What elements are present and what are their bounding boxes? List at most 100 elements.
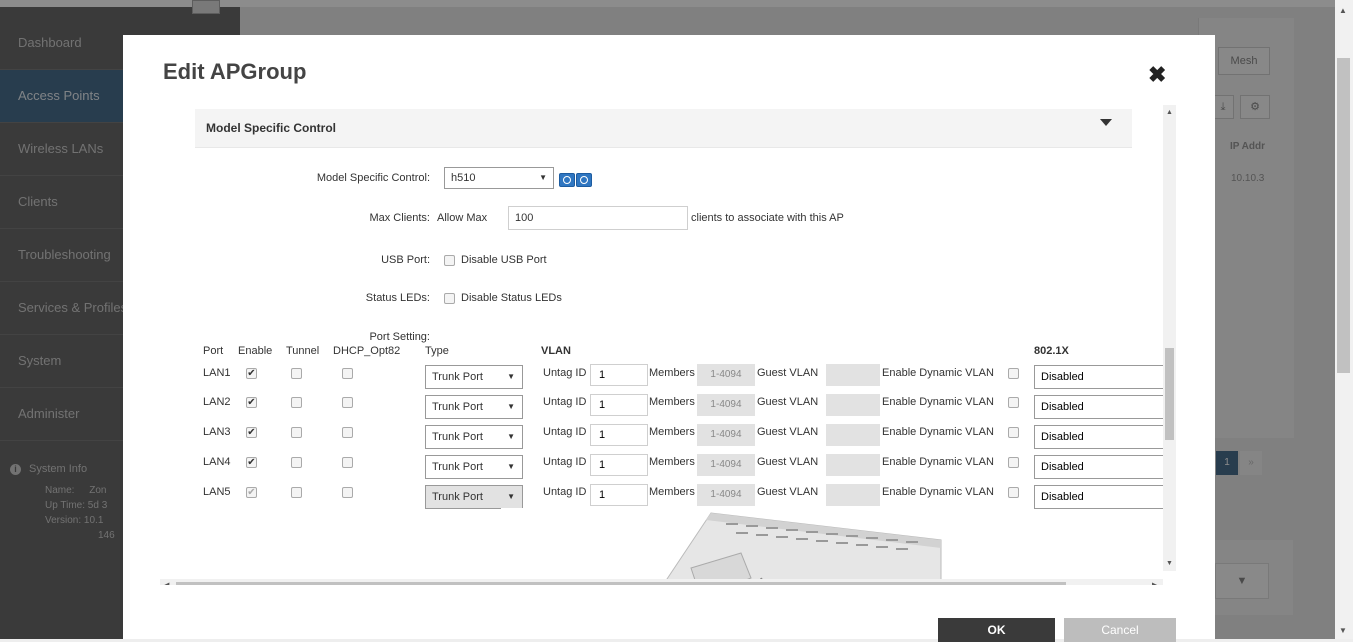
untag-input[interactable]: 1 (590, 394, 648, 416)
enable-checkbox[interactable]: ✔ (246, 427, 257, 438)
allow-max-text: Allow Max (437, 212, 488, 224)
dot1x-column-header: 802.1X (1034, 345, 1069, 357)
disable-leds-label: Disable Status LEDs (461, 292, 562, 304)
model-info-button-1[interactable] (559, 173, 575, 187)
dhcp-column-header: DHCP_Opt82 (333, 345, 401, 357)
enable-checkbox[interactable]: ✔ (246, 368, 257, 379)
vertical-scrollbar-thumb[interactable] (1165, 348, 1174, 440)
vlan-column-header: VLAN (541, 345, 571, 357)
guest-vlan-input[interactable] (826, 364, 880, 386)
max-clients-input[interactable]: 100 (508, 206, 688, 230)
port-name: LAN5 (203, 486, 231, 498)
chevron-down-icon: ▼ (507, 402, 515, 411)
model-select[interactable]: h510 ▼ (444, 167, 554, 189)
type-select[interactable]: Trunk Port ▼ (425, 455, 523, 479)
guest-vlan-label: Guest VLAN (757, 367, 819, 379)
edit-apgroup-dialog: Edit APGroup ✖ Model Specific Control Mo… (123, 35, 1215, 642)
close-icon[interactable]: ✖ (1148, 64, 1166, 86)
tunnel-checkbox[interactable] (291, 368, 302, 379)
dynamic-vlan-checkbox[interactable] (1008, 487, 1019, 498)
members-input[interactable]: 1-4094 (697, 394, 755, 416)
tunnel-checkbox[interactable] (291, 397, 302, 408)
dynamic-vlan-checkbox[interactable] (1008, 397, 1019, 408)
page-scrollbar[interactable]: ▲ ▼ (1335, 0, 1353, 639)
dhcp-checkbox[interactable] (342, 487, 353, 498)
port-setting-label: Port Setting: (369, 331, 430, 343)
guest-vlan-input[interactable] (826, 394, 880, 416)
guest-vlan-label: Guest VLAN (757, 456, 819, 468)
dot1x-select[interactable]: Disabled (1034, 425, 1170, 449)
dot1x-select[interactable]: Disabled (1034, 365, 1170, 389)
section-header[interactable]: Model Specific Control (195, 109, 1132, 148)
model-label: Model Specific Control: (316, 172, 430, 184)
type-select[interactable]: Trunk Port ▼ (425, 395, 523, 419)
dhcp-checkbox[interactable] (342, 427, 353, 438)
guest-vlan-input[interactable] (826, 484, 880, 506)
members-label: Members (649, 367, 695, 379)
type-select[interactable]: Trunk Port ▼ (425, 425, 523, 449)
dot1x-select[interactable]: Disabled (1034, 395, 1170, 419)
members-input[interactable]: 1-4094 (697, 424, 755, 446)
guest-vlan-input[interactable] (826, 424, 880, 446)
scroll-right-icon[interactable]: ▶ (1152, 581, 1157, 585)
dot1x-select[interactable]: Disabled (1034, 485, 1170, 509)
usb-port-label: USB Port: (381, 254, 430, 266)
dhcp-checkbox[interactable] (342, 457, 353, 468)
dialog-title: Edit APGroup (163, 59, 307, 84)
untag-input[interactable]: 1 (590, 484, 648, 506)
scroll-up-icon[interactable]: ▲ (1339, 6, 1347, 15)
ap-device-illustration (662, 512, 942, 585)
disable-leds-checkbox[interactable] (444, 293, 455, 304)
model-info-button-2[interactable] (576, 173, 592, 187)
untag-input[interactable]: 1 (590, 424, 648, 446)
ok-button[interactable]: OK (938, 618, 1055, 642)
type-select[interactable]: Trunk Port ▼ (425, 365, 523, 389)
members-input[interactable]: 1-4094 (697, 484, 755, 506)
scroll-down-icon[interactable]: ▼ (1339, 626, 1347, 635)
dynamic-vlan-label: Enable Dynamic VLAN (882, 367, 994, 379)
tunnel-checkbox[interactable] (291, 487, 302, 498)
enable-checkbox[interactable]: ✔ (246, 457, 257, 468)
enable-checkbox[interactable]: ✔ (246, 487, 257, 498)
dynamic-vlan-checkbox[interactable] (1008, 457, 1019, 468)
scroll-up-icon[interactable]: ▲ (1166, 109, 1173, 116)
dynamic-vlan-label: Enable Dynamic VLAN (882, 486, 994, 498)
dynamic-vlan-checkbox[interactable] (1008, 427, 1019, 438)
port-name: LAN1 (203, 367, 231, 379)
dialog-horizontal-scrollbar[interactable]: ◀ ▶ (160, 579, 1163, 585)
enable-checkbox[interactable]: ✔ (246, 397, 257, 408)
section-title: Model Specific Control (206, 121, 337, 135)
horizontal-scrollbar-thumb[interactable] (176, 582, 1066, 585)
dialog-vertical-scrollbar[interactable]: ▲ ▼ (1163, 105, 1176, 571)
dynamic-vlan-label: Enable Dynamic VLAN (882, 426, 994, 438)
guest-vlan-label: Guest VLAN (757, 486, 819, 498)
cancel-button[interactable]: Cancel (1064, 618, 1176, 642)
page-scrollbar-thumb[interactable] (1337, 58, 1350, 373)
dhcp-checkbox[interactable] (342, 397, 353, 408)
disable-usb-checkbox[interactable] (444, 255, 455, 266)
dynamic-vlan-checkbox[interactable] (1008, 368, 1019, 379)
dialog-content: Model Specific Control Model Specific Co… (160, 105, 1176, 585)
clients-suffix-text: clients to associate with this AP (691, 212, 844, 224)
untag-input[interactable]: 1 (590, 454, 648, 476)
dot1x-select[interactable]: Disabled (1034, 455, 1170, 479)
dhcp-checkbox[interactable] (342, 368, 353, 379)
ap-model-image (501, 508, 961, 585)
collapse-arrow-icon[interactable] (1100, 119, 1112, 126)
members-label: Members (649, 486, 695, 498)
untag-label: Untag ID (543, 426, 587, 438)
scroll-left-icon[interactable]: ◀ (164, 581, 169, 585)
chevron-down-icon: ▼ (507, 372, 515, 381)
tunnel-checkbox[interactable] (291, 457, 302, 468)
scroll-down-icon[interactable]: ▼ (1166, 560, 1173, 567)
members-input[interactable]: 1-4094 (697, 364, 755, 386)
untag-label: Untag ID (543, 396, 587, 408)
members-input[interactable]: 1-4094 (697, 454, 755, 476)
guest-vlan-label: Guest VLAN (757, 396, 819, 408)
untag-input[interactable]: 1 (590, 364, 648, 386)
tunnel-checkbox[interactable] (291, 427, 302, 438)
type-select[interactable]: Trunk Port ▼ (425, 485, 523, 509)
max-clients-label: Max Clients: (369, 212, 430, 224)
type-column-header: Type (425, 345, 449, 357)
guest-vlan-input[interactable] (826, 454, 880, 476)
